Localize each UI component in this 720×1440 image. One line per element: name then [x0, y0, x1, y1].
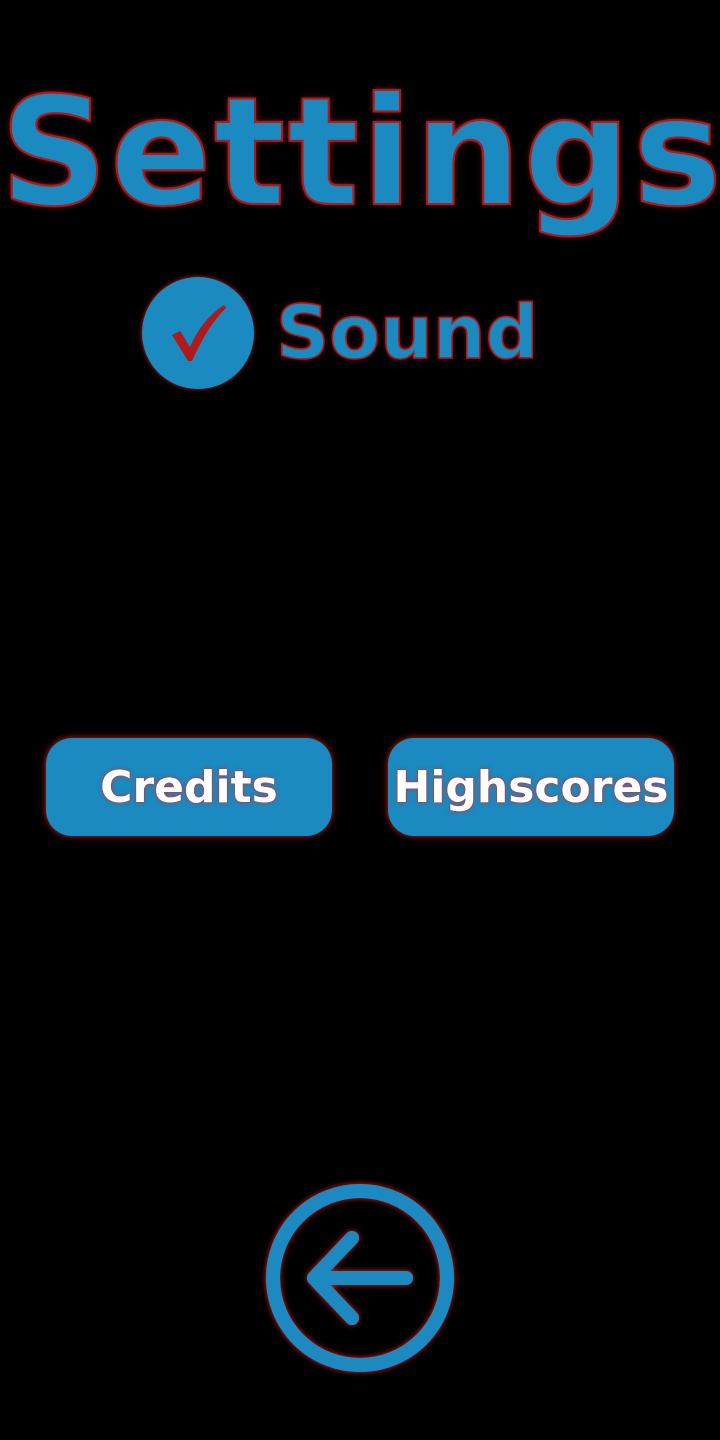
- sound-toggle[interactable]: Sound: [142, 276, 539, 390]
- page-title: Settings: [0, 66, 720, 240]
- highscores-button[interactable]: Highscores: [388, 738, 674, 836]
- credits-button-label: Credits: [100, 761, 278, 813]
- credits-button[interactable]: Credits: [46, 738, 332, 836]
- highscores-button-label: Highscores: [393, 761, 669, 813]
- checkmark-icon: [172, 305, 226, 361]
- sound-label: Sound: [275, 290, 539, 376]
- sound-checkbox[interactable]: [142, 277, 254, 389]
- back-button[interactable]: [264, 1182, 456, 1374]
- arrow-left-icon: [266, 1184, 454, 1372]
